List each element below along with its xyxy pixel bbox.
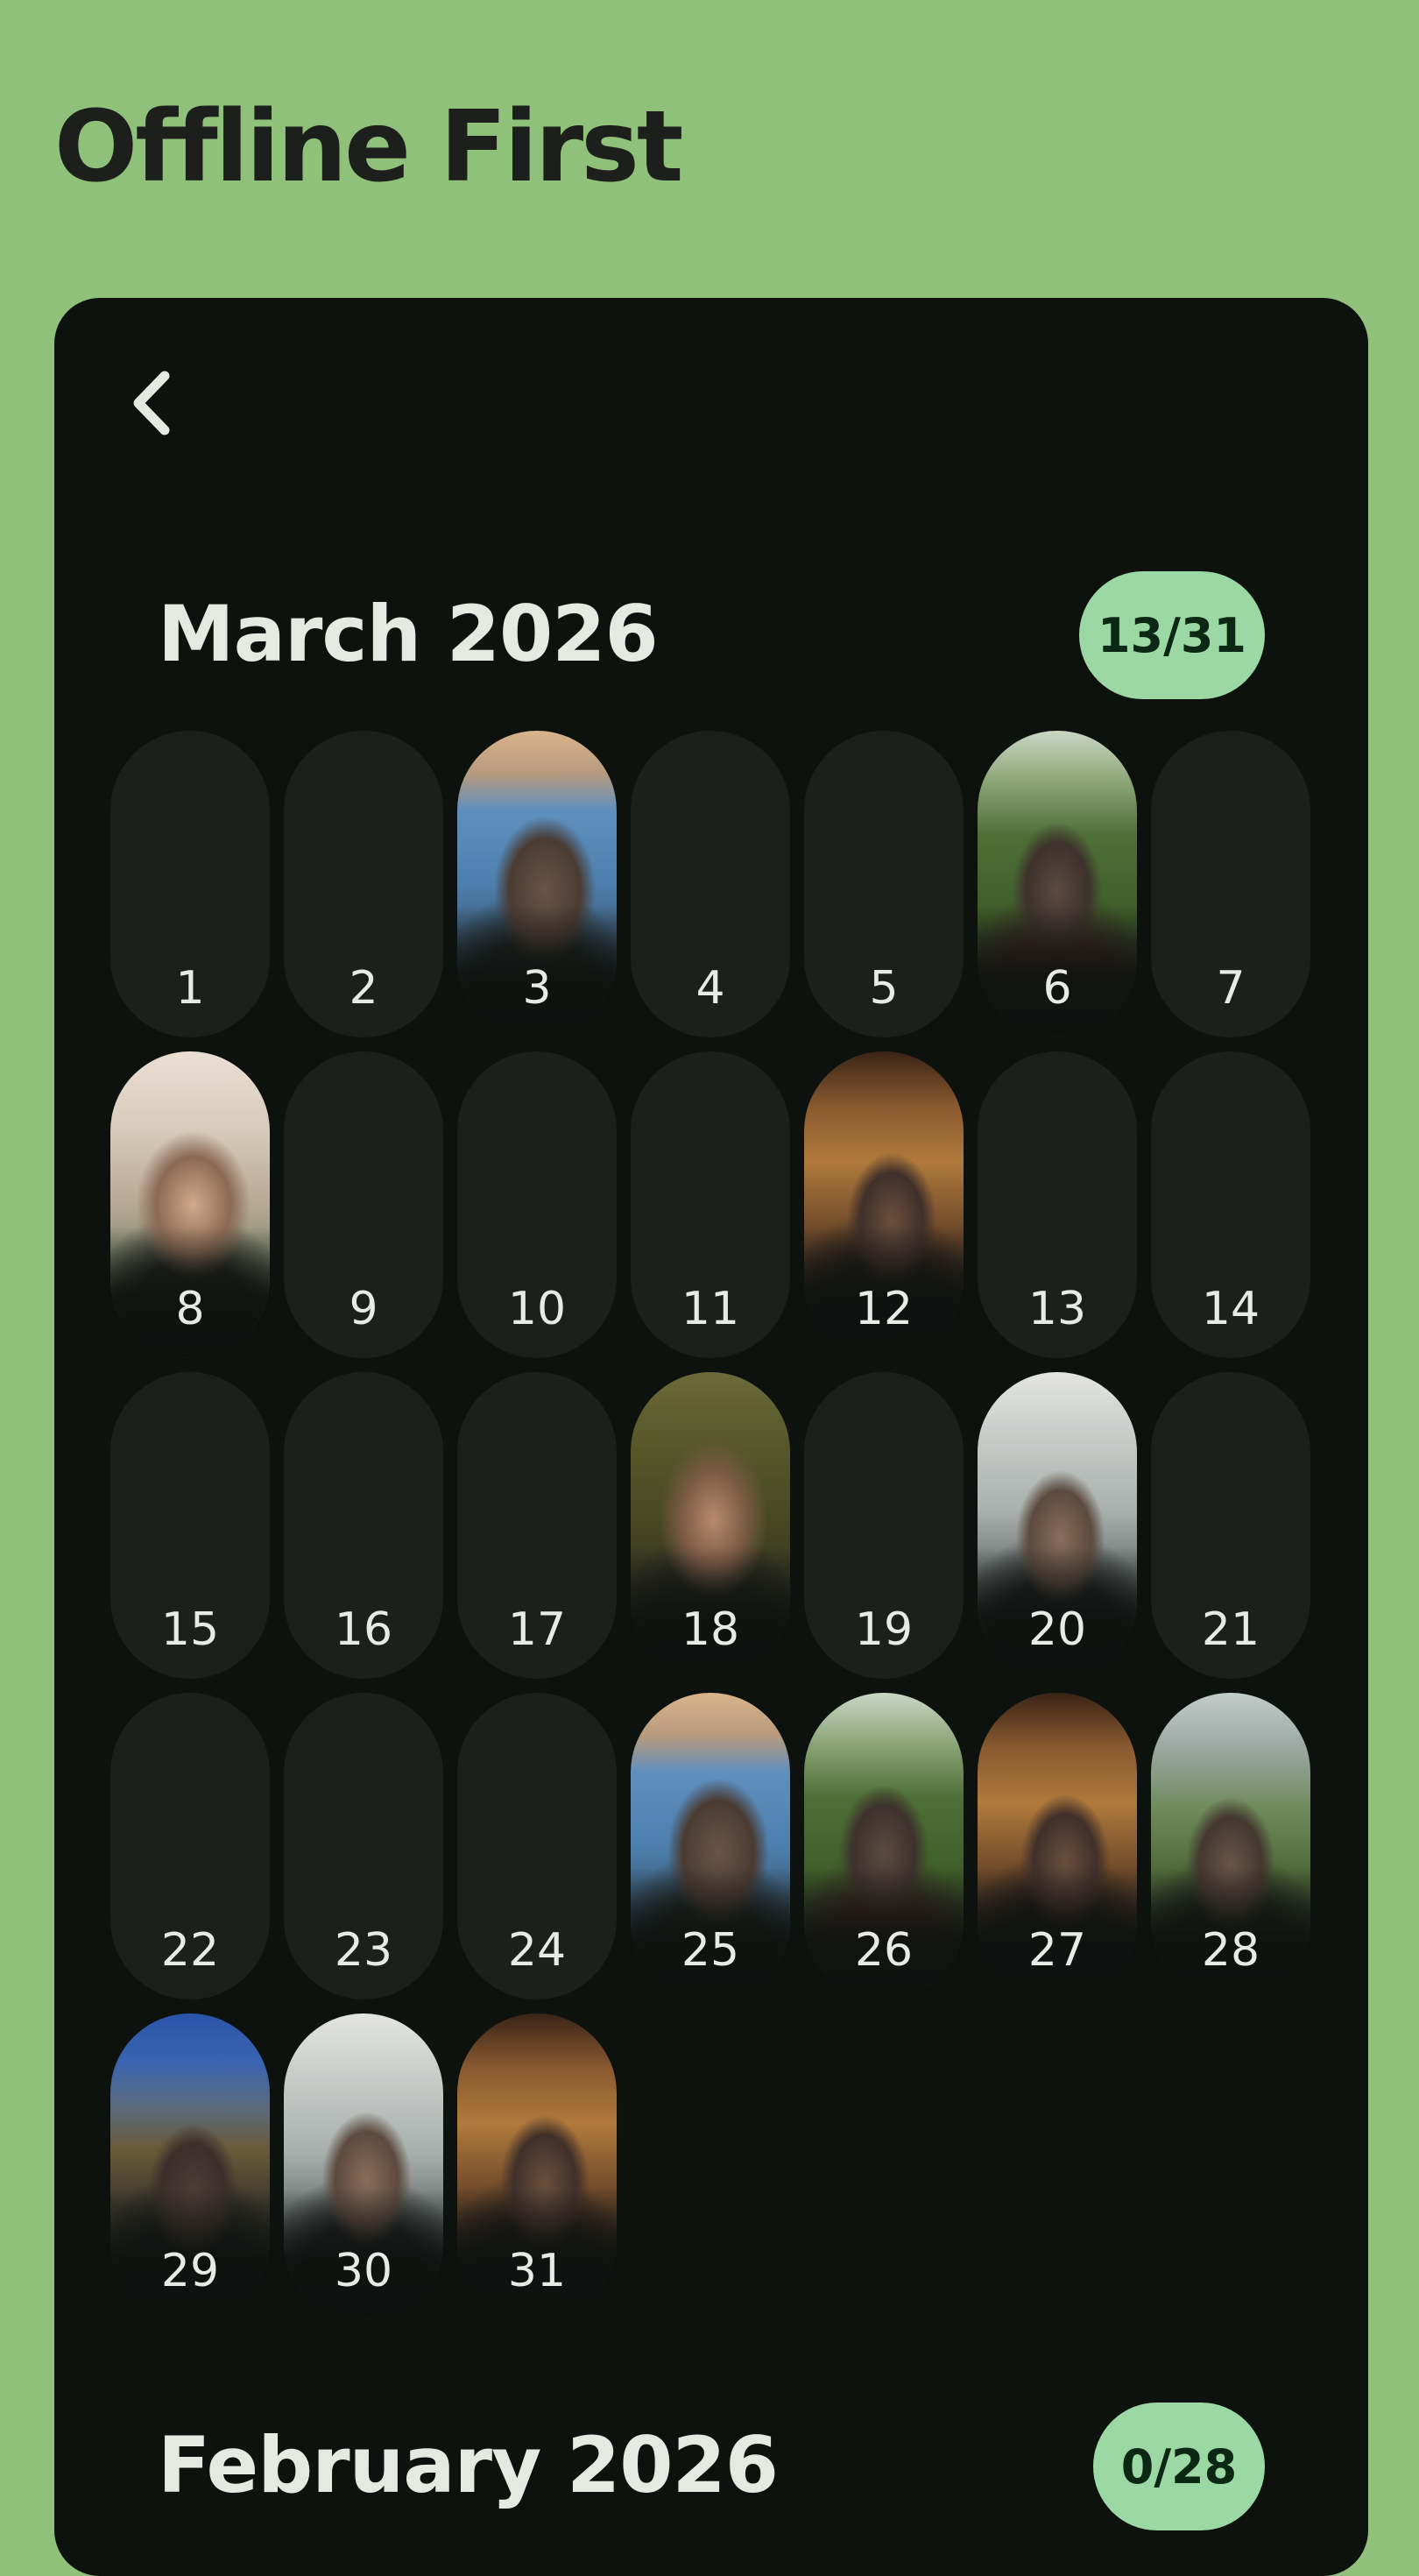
month-title: February 2026	[158, 2420, 779, 2510]
month-header-february: February 2026 0/28	[54, 2403, 1368, 2534]
day-number: 19	[854, 1603, 914, 1656]
day-number: 26	[854, 1924, 914, 1977]
day-number: 23	[334, 1924, 393, 1977]
day-grid-march: 1 2 3 4 5 6 7 8 9 10 11 12 13 14 15 16 17 18 19 20 21 22 23 24 2…	[110, 731, 1312, 2320]
day-cell-31[interactable]: 31	[457, 2013, 617, 2320]
day-number: 21	[1201, 1603, 1260, 1656]
day-number: 14	[1201, 1283, 1260, 1335]
day-cell-18[interactable]: 18	[631, 1372, 790, 1679]
day-number: 31	[507, 2245, 567, 2297]
app-title: Offline First	[54, 90, 683, 204]
day-number: 15	[160, 1603, 220, 1656]
day-number: 13	[1027, 1283, 1087, 1335]
day-cell-21[interactable]: 21	[1151, 1372, 1310, 1679]
day-cell-20[interactable]: 20	[978, 1372, 1137, 1679]
day-cell-12[interactable]: 12	[804, 1051, 964, 1358]
day-cell-5[interactable]: 5	[804, 731, 964, 1037]
day-cell-11[interactable]: 11	[631, 1051, 790, 1358]
day-number: 28	[1201, 1924, 1260, 1977]
month-header-march: March 2026 13/31	[54, 571, 1368, 703]
day-number: 6	[1042, 962, 1072, 1015]
chevron-left-icon	[133, 371, 170, 435]
day-number: 25	[681, 1924, 740, 1977]
day-number: 29	[160, 2245, 220, 2297]
day-number: 10	[507, 1283, 567, 1335]
day-number: 30	[334, 2245, 393, 2297]
day-number: 8	[175, 1283, 205, 1335]
day-cell-1[interactable]: 1	[110, 731, 270, 1037]
day-cell-26[interactable]: 26	[804, 1693, 964, 1999]
day-cell-7[interactable]: 7	[1151, 731, 1310, 1037]
day-number: 22	[160, 1924, 220, 1977]
entry-count-badge: 0/28	[1093, 2403, 1265, 2530]
back-button[interactable]	[107, 359, 194, 447]
day-cell-4[interactable]: 4	[631, 731, 790, 1037]
day-cell-6[interactable]: 6	[978, 731, 1137, 1037]
day-cell-16[interactable]: 16	[284, 1372, 443, 1679]
day-number: 17	[507, 1603, 567, 1656]
day-cell-2[interactable]: 2	[284, 731, 443, 1037]
day-cell-25[interactable]: 25	[631, 1693, 790, 1999]
day-cell-29[interactable]: 29	[110, 2013, 270, 2320]
day-number: 20	[1027, 1603, 1087, 1656]
entry-count-badge: 13/31	[1079, 571, 1265, 699]
day-cell-22[interactable]: 22	[110, 1693, 270, 1999]
day-cell-9[interactable]: 9	[284, 1051, 443, 1358]
day-cell-24[interactable]: 24	[457, 1693, 617, 1999]
day-cell-3[interactable]: 3	[457, 731, 617, 1037]
day-number: 9	[349, 1283, 378, 1335]
day-cell-8[interactable]: 8	[110, 1051, 270, 1358]
day-number: 5	[869, 962, 899, 1015]
calendar-panel: March 2026 13/31 1 2 3 4 5 6 7 8 9 10 11 12 13 14 15 16…	[54, 298, 1368, 2576]
day-cell-19[interactable]: 19	[804, 1372, 964, 1679]
day-cell-30[interactable]: 30	[284, 2013, 443, 2320]
day-cell-28[interactable]: 28	[1151, 1693, 1310, 1999]
month-title: March 2026	[158, 589, 659, 679]
day-number: 1	[175, 962, 205, 1015]
day-cell-23[interactable]: 23	[284, 1693, 443, 1999]
day-number: 2	[349, 962, 378, 1015]
day-cell-14[interactable]: 14	[1151, 1051, 1310, 1358]
day-number: 3	[522, 962, 552, 1015]
day-cell-13[interactable]: 13	[978, 1051, 1137, 1358]
day-number: 4	[695, 962, 725, 1015]
day-number: 7	[1216, 962, 1246, 1015]
day-cell-17[interactable]: 17	[457, 1372, 617, 1679]
day-number: 16	[334, 1603, 393, 1656]
day-number: 18	[681, 1603, 740, 1656]
day-cell-27[interactable]: 27	[978, 1693, 1137, 1999]
day-number: 27	[1027, 1924, 1087, 1977]
day-number: 12	[854, 1283, 914, 1335]
day-number: 24	[507, 1924, 567, 1977]
day-cell-10[interactable]: 10	[457, 1051, 617, 1358]
day-number: 11	[681, 1283, 740, 1335]
day-cell-15[interactable]: 15	[110, 1372, 270, 1679]
